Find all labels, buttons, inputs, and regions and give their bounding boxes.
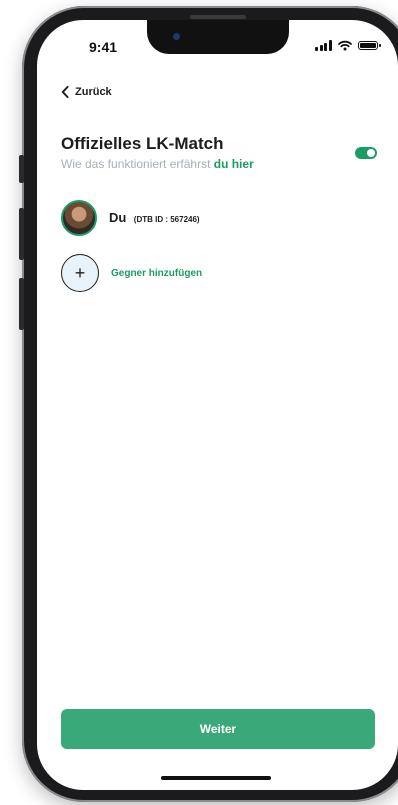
back-label: Zurück — [75, 86, 112, 98]
player-dtb-id: (DTB ID : 567246) — [133, 215, 200, 224]
speaker-grill — [190, 15, 246, 19]
front-camera — [173, 33, 180, 40]
page-title: Offizielles LK-Match — [61, 134, 224, 153]
add-opponent-label[interactable]: Gegner hinzufügen — [111, 268, 202, 279]
battery-level — [359, 43, 376, 48]
player-row: Du (DTB ID : 567246) — [61, 200, 200, 236]
player-name: Du — [109, 210, 127, 225]
status-time: 9:41 — [89, 39, 118, 55]
status-icons — [315, 40, 381, 51]
app-screen: 9:41 Zurück Offizielles LK-Match Wie das… — [37, 20, 398, 790]
avatar — [61, 200, 97, 236]
signal-icon — [315, 40, 332, 51]
official-match-toggle[interactable] — [355, 147, 377, 159]
volume-up-button — [19, 208, 24, 260]
add-opponent-button[interactable]: + Gegner hinzufügen — [61, 254, 202, 292]
mute-switch — [19, 155, 24, 183]
page-subtitle: Wie das funktioniert erfährst du hier — [61, 157, 254, 171]
notch — [147, 20, 289, 54]
player-info: Du (DTB ID : 567246) — [109, 209, 200, 227]
home-indicator — [161, 776, 271, 780]
plus-icon[interactable]: + — [61, 254, 99, 292]
subtitle-text: Wie das funktioniert erfährst — [61, 157, 214, 171]
battery-icon — [357, 41, 381, 50]
continue-button[interactable]: Weiter — [61, 709, 375, 749]
volume-down-button — [19, 278, 24, 330]
chevron-left-icon — [61, 86, 69, 98]
wifi-icon — [337, 40, 352, 51]
toggle-knob — [367, 149, 375, 157]
back-button[interactable]: Zurück — [61, 86, 112, 98]
help-link[interactable]: du hier — [214, 157, 254, 171]
